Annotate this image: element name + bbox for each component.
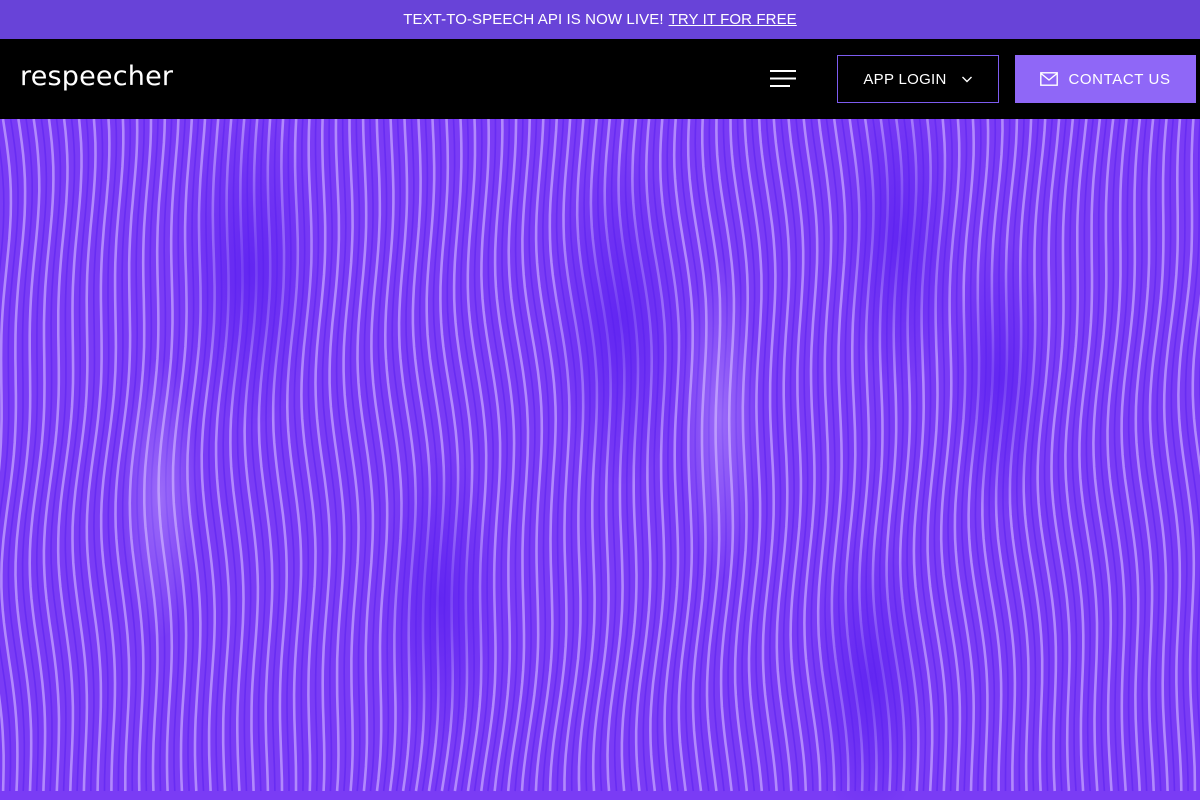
announcement-text: TEXT-TO-SPEECH API IS NOW LIVE! [403,11,664,28]
hero-wave-background [0,119,1200,800]
wave-pattern [0,119,1200,800]
chevron-down-icon [961,76,972,83]
app-login-label: APP LOGIN [863,70,947,88]
announcement-bar: TEXT-TO-SPEECH API IS NOW LIVE! TRY IT F… [0,0,1200,39]
mail-icon [1040,72,1059,86]
top-navbar: respeecher APP LOGIN CONTACT US [0,39,1200,119]
hamburger-menu-button[interactable] [768,67,798,91]
contact-us-label: CONTACT US [1068,70,1171,88]
contact-us-button[interactable]: CONTACT US [1015,55,1196,103]
respeecher-logo[interactable]: respeecher [20,61,173,93]
app-login-dropdown[interactable]: APP LOGIN [837,55,999,103]
hamburger-menu-icon [770,70,796,87]
try-it-free-link[interactable]: TRY IT FOR FREE [669,11,797,28]
